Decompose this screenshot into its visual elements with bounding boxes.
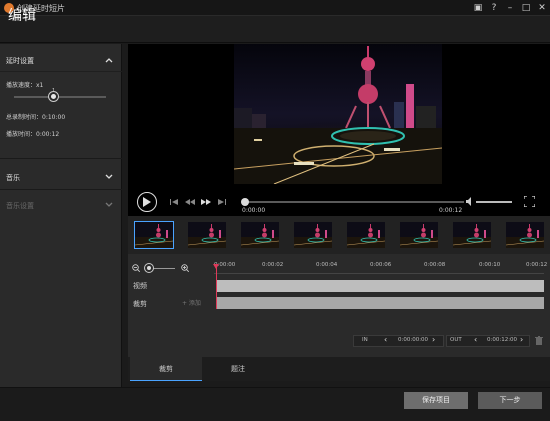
- thumbnail[interactable]: [347, 222, 385, 248]
- tab-annotate[interactable]: 题注: [202, 357, 274, 381]
- speed-label: 播放速度：x1: [6, 82, 44, 89]
- seek-knob[interactable]: [241, 198, 249, 206]
- thumbnail[interactable]: [453, 222, 491, 248]
- maximize-icon[interactable]: □: [519, 1, 533, 15]
- in-next-arrow[interactable]: ›: [432, 335, 435, 344]
- thumbnail[interactable]: [134, 221, 174, 249]
- close-icon[interactable]: ✕: [535, 1, 549, 15]
- thumbnail[interactable]: [506, 222, 544, 248]
- record-time: 总录制时间：0:10:00: [6, 114, 66, 121]
- step-back-icon[interactable]: [185, 198, 195, 206]
- help-icon[interactable]: ?: [487, 1, 501, 15]
- volume-slider[interactable]: [476, 201, 512, 203]
- divider: [0, 189, 122, 190]
- step-forward-icon[interactable]: [201, 198, 211, 206]
- in-label: IN: [362, 337, 368, 343]
- section-music-title: 音乐: [6, 174, 20, 182]
- speed-slider-knob[interactable]: [49, 92, 58, 101]
- divider: [0, 158, 122, 159]
- chevron-down-icon[interactable]: [104, 200, 114, 210]
- section-timelapse-header[interactable]: 延时设置: [0, 50, 122, 72]
- track-label-video: 视频: [133, 282, 147, 290]
- section-music-settings-title: 音乐设置: [6, 202, 34, 210]
- current-time: 0:00:00: [242, 207, 266, 214]
- seek-bar[interactable]: [242, 201, 464, 203]
- toolbox-icon[interactable]: ▣: [471, 1, 485, 15]
- trim-track-clip[interactable]: [216, 297, 544, 309]
- fullscreen-icon[interactable]: [524, 196, 535, 207]
- video-track-clip[interactable]: [216, 280, 544, 292]
- thumbnail[interactable]: [188, 222, 226, 248]
- thumbnail[interactable]: [241, 222, 279, 248]
- page-title: 编辑: [8, 8, 36, 24]
- page-header: [0, 16, 550, 43]
- track-label-trim: 裁剪: [133, 300, 147, 308]
- in-prev-arrow[interactable]: ‹: [384, 335, 387, 344]
- video-preview: [234, 44, 442, 184]
- play-time: 播放时间：0:00:12: [6, 131, 60, 138]
- delete-icon[interactable]: [535, 336, 543, 345]
- play-icon: [143, 197, 151, 207]
- zoom-out-icon[interactable]: [132, 264, 140, 272]
- zoom-in-icon[interactable]: [181, 264, 189, 272]
- timeline-ruler: [214, 273, 544, 274]
- section-music-header[interactable]: 音乐: [0, 167, 122, 189]
- out-next-arrow[interactable]: ›: [520, 335, 523, 344]
- chevron-down-icon[interactable]: [104, 172, 114, 182]
- speed-slider-track[interactable]: [14, 96, 106, 98]
- thumbnail[interactable]: [400, 222, 438, 248]
- out-label: OUT: [450, 337, 462, 343]
- in-time: 0:00:00:00: [398, 337, 429, 343]
- minimize-icon[interactable]: –: [503, 1, 517, 15]
- chevron-up-icon[interactable]: [104, 55, 114, 65]
- timeline-tick-label: 0:00:08: [424, 262, 446, 268]
- volume-icon[interactable]: [466, 197, 475, 206]
- thumbnail[interactable]: [294, 222, 332, 248]
- section-timelapse-title: 延时设置: [6, 57, 34, 65]
- out-prev-arrow[interactable]: ‹: [474, 335, 477, 344]
- timeline-tick-label: 0:00:04: [316, 262, 338, 268]
- out-time: 0:00:12:00: [487, 337, 518, 343]
- timeline-tick-label: 0:00:06: [370, 262, 392, 268]
- end-time: 0:00:12: [439, 207, 463, 214]
- next-button[interactable]: 下一步: [478, 392, 542, 409]
- tab-trim[interactable]: 裁剪: [130, 357, 202, 381]
- zoom-knob[interactable]: [145, 264, 153, 272]
- timeline-tick-label: 0:00:10: [479, 262, 501, 268]
- skip-forward-icon[interactable]: [217, 198, 227, 206]
- section-music-settings-header[interactable]: 音乐设置: [0, 195, 122, 217]
- skip-back-icon[interactable]: [169, 198, 179, 206]
- playhead[interactable]: [216, 264, 217, 309]
- title-bar: [0, 0, 550, 16]
- add-clip-button[interactable]: + 添加: [182, 298, 201, 307]
- timeline-tick-label: 0:00:12: [526, 262, 548, 268]
- save-project-button[interactable]: 保存项目: [404, 392, 468, 409]
- timeline-tick-label: 0:00:02: [262, 262, 284, 268]
